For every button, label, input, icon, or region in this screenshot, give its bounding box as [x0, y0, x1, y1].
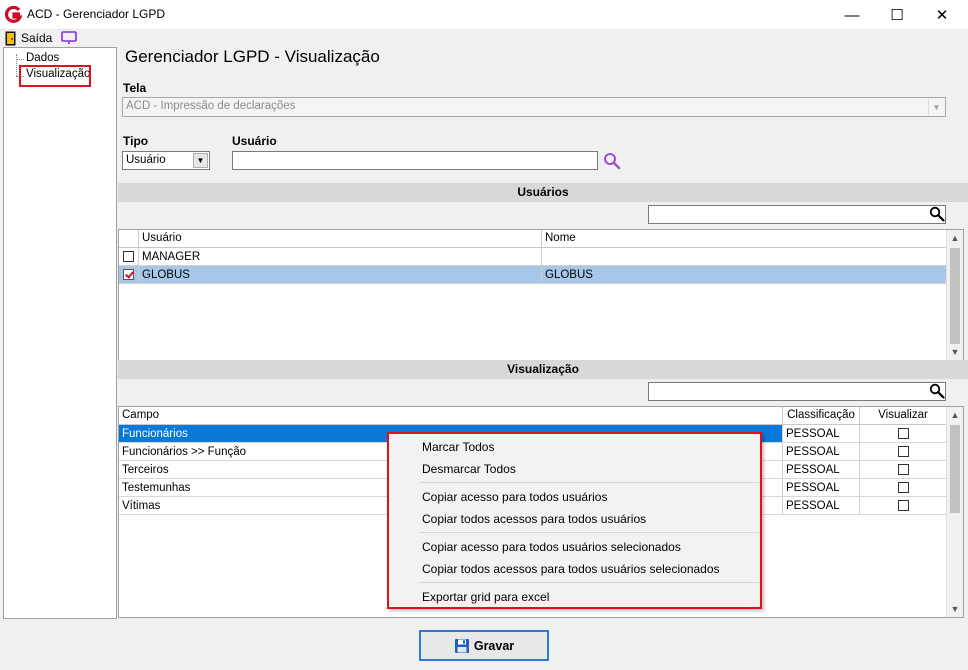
- exit-door-icon[interactable]: [5, 31, 16, 46]
- scroll-down-icon[interactable]: ▼: [947, 601, 963, 617]
- search-icon[interactable]: [929, 206, 945, 222]
- visualizar-cell: [860, 479, 947, 497]
- column-header-campo[interactable]: Campo: [119, 407, 783, 425]
- visualizar-checkbox[interactable]: [898, 482, 909, 493]
- visual-filter-input[interactable]: [648, 382, 946, 401]
- tree-line: [16, 54, 17, 76]
- usuario-cell: GLOBUS: [139, 266, 542, 284]
- close-icon: ✕: [935, 7, 949, 24]
- menu-item-copiar-acesso-selecionados[interactable]: Copiar acesso para todos usuários seleci…: [422, 540, 681, 554]
- minimize-button[interactable]: —: [830, 0, 874, 30]
- page-title: Gerenciador LGPD - Visualização: [125, 47, 380, 66]
- users-filter-input[interactable]: [648, 205, 946, 224]
- usuario-input[interactable]: [232, 151, 598, 170]
- menu-bar: Saída: [0, 30, 968, 47]
- tipo-select[interactable]: Usuário ▼: [122, 151, 210, 170]
- column-header-classificacao[interactable]: Classificação: [783, 407, 860, 425]
- visualizar-cell: [860, 425, 947, 443]
- close-button[interactable]: ✕: [920, 0, 964, 30]
- maximize-button[interactable]: ☐: [875, 0, 919, 30]
- window-title: ACD - Gerenciador LGPD: [27, 7, 166, 21]
- checkbox-column-header: [119, 230, 139, 248]
- users-section-title: Usuários: [118, 183, 968, 202]
- scroll-thumb[interactable]: [950, 248, 960, 344]
- visualizar-checkbox[interactable]: [898, 446, 909, 457]
- title-bar: ACD - Gerenciador LGPD — ☐ ✕: [0, 0, 968, 30]
- floppy-disk-icon: [454, 638, 469, 653]
- checkbox-cell: [119, 248, 139, 266]
- tree-connector: [16, 59, 24, 60]
- menu-separator: [419, 482, 759, 483]
- tipo-label: Tipo: [123, 134, 149, 148]
- menu-item-copiar-acesso-todos[interactable]: Copiar acesso para todos usuários: [422, 490, 607, 504]
- save-label: Gravar: [473, 638, 515, 653]
- classificacao-cell: PESSOAL: [783, 443, 860, 461]
- scroll-down-icon[interactable]: ▼: [947, 344, 963, 360]
- context-menu: Marcar Todos Desmarcar Todos Copiar aces…: [387, 432, 762, 609]
- menu-item-exportar-excel[interactable]: Exportar grid para excel: [422, 590, 549, 604]
- vertical-scrollbar[interactable]: ▲ ▼: [946, 230, 963, 360]
- search-icon[interactable]: [603, 152, 621, 170]
- tree-item-dados[interactable]: Dados: [26, 52, 59, 64]
- maximize-icon: ☐: [890, 7, 904, 24]
- app-logo-icon: [5, 6, 22, 23]
- menu-item-marcar-todos[interactable]: Marcar Todos: [422, 440, 494, 454]
- table-row[interactable]: MANAGER: [119, 248, 947, 266]
- checkbox-cell: [119, 266, 139, 284]
- nome-cell: [542, 248, 947, 266]
- chevron-down-icon[interactable]: ▼: [928, 99, 944, 115]
- save-button[interactable]: Gravar: [419, 630, 549, 661]
- classificacao-cell: PESSOAL: [783, 479, 860, 497]
- scroll-up-icon[interactable]: ▲: [947, 230, 963, 246]
- menu-item-copiar-todos-acessos-todos[interactable]: Copiar todos acessos para todos usuários: [422, 512, 646, 526]
- search-icon[interactable]: [929, 383, 945, 399]
- column-header-visualizar[interactable]: Visualizar: [860, 407, 947, 425]
- vertical-scrollbar[interactable]: ▲ ▼: [946, 407, 963, 617]
- row-checkbox[interactable]: [123, 251, 134, 262]
- menu-item-copiar-todos-acessos-selecionados[interactable]: Copiar todos acessos para todos usuários…: [422, 562, 720, 576]
- nome-cell: GLOBUS: [542, 266, 947, 284]
- visual-section-title: Visualização: [118, 360, 968, 379]
- tipo-value: Usuário: [126, 154, 166, 166]
- menu-separator: [419, 582, 759, 583]
- usuario-label: Usuário: [232, 134, 277, 148]
- selection-highlight: [19, 65, 91, 87]
- visualizar-checkbox[interactable]: [898, 428, 909, 439]
- classificacao-cell: PESSOAL: [783, 497, 860, 515]
- visualizar-cell: [860, 497, 947, 515]
- scroll-thumb[interactable]: [950, 425, 960, 513]
- tela-value: ACD - Impressão de declarações: [126, 100, 296, 112]
- visualizar-checkbox[interactable]: [898, 464, 909, 475]
- scroll-up-icon[interactable]: ▲: [947, 407, 963, 423]
- row-checkbox[interactable]: [123, 269, 134, 280]
- column-header-usuario[interactable]: Usuário: [139, 230, 542, 248]
- classificacao-cell: PESSOAL: [783, 461, 860, 479]
- menu-item-desmarcar-todos[interactable]: Desmarcar Todos: [422, 462, 516, 476]
- menu-separator: [419, 532, 759, 533]
- users-grid: Usuário Nome MANAGER GLOBUS GLOBUS ▲ ▼: [118, 229, 964, 361]
- column-header-nome[interactable]: Nome: [542, 230, 947, 248]
- visualizar-checkbox[interactable]: [898, 500, 909, 511]
- table-row[interactable]: GLOBUS GLOBUS: [119, 266, 947, 284]
- navigation-tree: Dados Visualização: [3, 47, 117, 619]
- tela-select[interactable]: ACD - Impressão de declarações ▼: [122, 97, 946, 117]
- classificacao-cell: PESSOAL: [783, 425, 860, 443]
- chevron-down-icon[interactable]: ▼: [193, 153, 208, 168]
- visualizar-cell: [860, 461, 947, 479]
- tela-label: Tela: [123, 81, 147, 95]
- menu-exit[interactable]: Saída: [21, 31, 52, 45]
- visualizar-cell: [860, 443, 947, 461]
- screen-icon[interactable]: [61, 31, 77, 45]
- minimize-icon: —: [844, 6, 860, 24]
- usuario-cell: MANAGER: [139, 248, 542, 266]
